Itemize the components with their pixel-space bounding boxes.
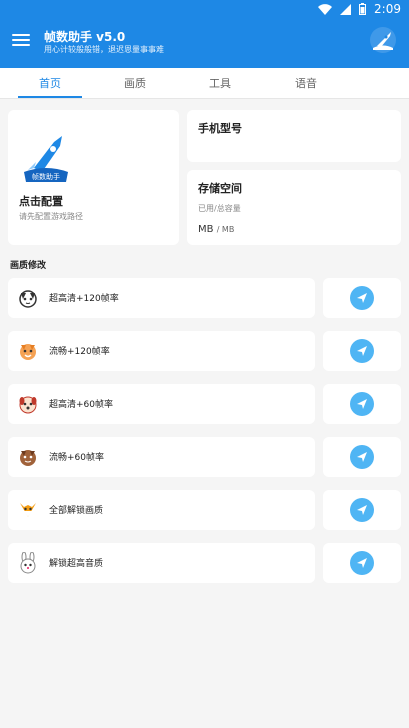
dog-icon (19, 396, 37, 414)
list-item[interactable]: 流畅+60帧率 (8, 437, 315, 477)
cat-icon (19, 290, 37, 308)
status-bar: 2:09 (0, 0, 409, 20)
config-title: 点击配置 (19, 195, 63, 208)
send-icon (357, 293, 367, 303)
storage-total: / MB (216, 225, 235, 234)
app-bar: 2:09 帧数助手 v5.0 用心计较般般错，退迟恩量事事难 (0, 0, 409, 68)
apply-button-card (323, 331, 401, 371)
apply-button-card (323, 278, 401, 318)
storage-subtitle: 已用/总容量 (198, 204, 241, 213)
tab-voice[interactable]: 语音 (276, 68, 336, 99)
rocket-logo-icon[interactable] (369, 26, 397, 54)
tab-quality[interactable]: 画质 (105, 68, 165, 99)
apply-button[interactable] (350, 286, 374, 310)
send-icon (357, 399, 367, 409)
section-title: 画质修改 (10, 261, 47, 271)
apply-button[interactable] (350, 339, 374, 363)
list-item[interactable]: 流畅+120帧率 (8, 331, 315, 371)
logo-text: 帧数助手 (32, 172, 60, 181)
app-title: 帧数助手 v5.0 (44, 30, 126, 44)
apply-button[interactable] (350, 445, 374, 469)
list-item-label: 流畅+60帧率 (49, 453, 104, 463)
list-item-label: 超高清+60帧率 (49, 400, 113, 410)
send-icon (357, 558, 367, 568)
menu-icon[interactable] (12, 34, 30, 48)
apply-button-card (323, 437, 401, 477)
rabbit-icon (20, 552, 36, 574)
config-subtitle: 请先配置游戏路径 (19, 212, 83, 221)
tab-bar: 首页 画质 工具 语音 (0, 68, 409, 99)
phone-model-title: 手机型号 (198, 122, 242, 135)
apply-button-card (323, 543, 401, 583)
status-time: 2:09 (374, 2, 401, 16)
battery-icon (359, 3, 367, 15)
config-card[interactable]: 帧数助手 点击配置 请先配置游戏路径 (8, 110, 179, 245)
send-icon (357, 505, 367, 515)
signal-icon (340, 3, 352, 15)
storage-used: MB (198, 224, 214, 235)
tiger-icon (20, 344, 36, 360)
list-item-label: 全部解锁画质 (49, 506, 104, 516)
brown-tiger-icon (20, 450, 36, 466)
list-item-label: 超高清+120帧率 (49, 294, 119, 304)
list-item[interactable]: 全部解锁画质 (8, 490, 315, 530)
apply-button[interactable] (350, 498, 374, 522)
apply-button-card (323, 490, 401, 530)
tab-tools[interactable]: 工具 (190, 68, 250, 99)
storage-title: 存储空间 (198, 182, 242, 195)
storage-value: MB / MB (198, 224, 234, 235)
tab-home[interactable]: 首页 (20, 68, 80, 99)
wifi-icon (318, 3, 333, 15)
apply-button[interactable] (350, 392, 374, 416)
phone-model-card: 手机型号 (187, 110, 401, 162)
list-item-label: 解锁超高音质 (49, 559, 104, 569)
app-subtitle: 用心计较般般错，退迟恩量事事难 (44, 45, 164, 54)
list-item[interactable]: 超高清+120帧率 (8, 278, 315, 318)
tab-indicator (18, 96, 82, 98)
list-item[interactable]: 解锁超高音质 (8, 543, 315, 583)
fox-icon (20, 503, 36, 517)
list-item[interactable]: 超高清+60帧率 (8, 384, 315, 424)
apply-button[interactable] (350, 551, 374, 575)
list-item-label: 流畅+120帧率 (49, 347, 110, 357)
apply-button-card (323, 384, 401, 424)
storage-card: 存储空间 已用/总容量 MB / MB (187, 170, 401, 245)
send-icon (357, 346, 367, 356)
rocket-icon: 帧数助手 (24, 136, 68, 182)
send-icon (357, 452, 367, 462)
